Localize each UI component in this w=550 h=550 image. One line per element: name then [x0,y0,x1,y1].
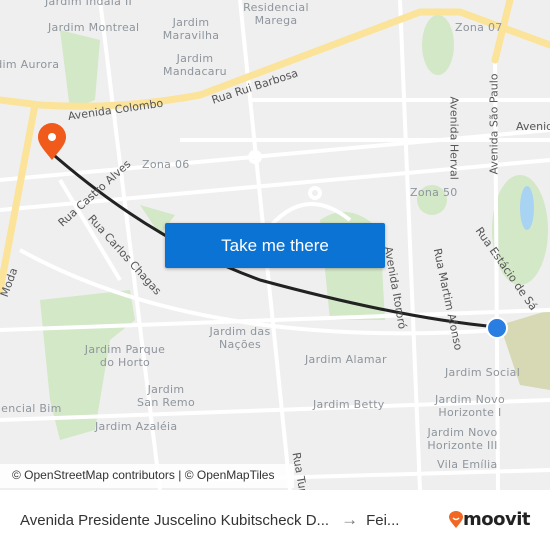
street-label: Avenida Herval [447,96,461,180]
take-me-there-button[interactable]: Take me there [165,223,385,268]
area-label: Jardim Montreal [48,21,140,34]
destination-name: Fei... [366,511,400,529]
area-label: Jardim Betty [313,398,385,411]
area-label: Jardim Social [445,366,521,379]
moovit-pin-icon [449,510,463,528]
origin-stop-name: Avenida Presidente Juscelino Kubitscheck… [20,511,330,529]
area-label: Jardim das Nações [209,325,271,351]
area-label: Jardim Indaiá II [45,0,133,8]
area-label: Residencial Bim [0,402,62,415]
area-label: Vila Emília [437,458,498,471]
origin-marker-icon [486,317,508,339]
street-label: Avenida São Paulo [487,73,501,175]
map-attribution[interactable]: © OpenStreetMap contributors | © OpenMap… [0,464,294,488]
area-label: Jardim Azaléia [95,420,178,433]
area-label: Zona 06 [142,158,190,171]
map[interactable]: Jardim Indaiá II Jardim Montreal Jardim … [0,0,550,490]
brand-name: moovit [463,509,531,530]
area-label: Zona 07 [455,21,503,34]
area-label: Jardim San Remo [137,383,195,409]
area-label: Residencial Marega [243,1,309,27]
street-label: Avenida [516,120,550,133]
area-label: Jardim Parque do Horto [84,343,166,369]
destination-pin-icon [38,123,66,160]
area-label: Jardim Aurora [0,58,60,71]
area-label: Jardim Mandacaru [163,52,227,78]
area-label: Jardim Novo Horizonte I [434,393,506,419]
arrow-right-icon: → [341,510,359,529]
area-label: Zona 50 [410,186,458,199]
moovit-logo: moovit [449,509,531,530]
area-label: Jardim Maravilha [162,16,220,42]
area-label: Jardim Novo Horizonte III [427,426,498,452]
area-label: Jardim Alamar [305,353,387,366]
